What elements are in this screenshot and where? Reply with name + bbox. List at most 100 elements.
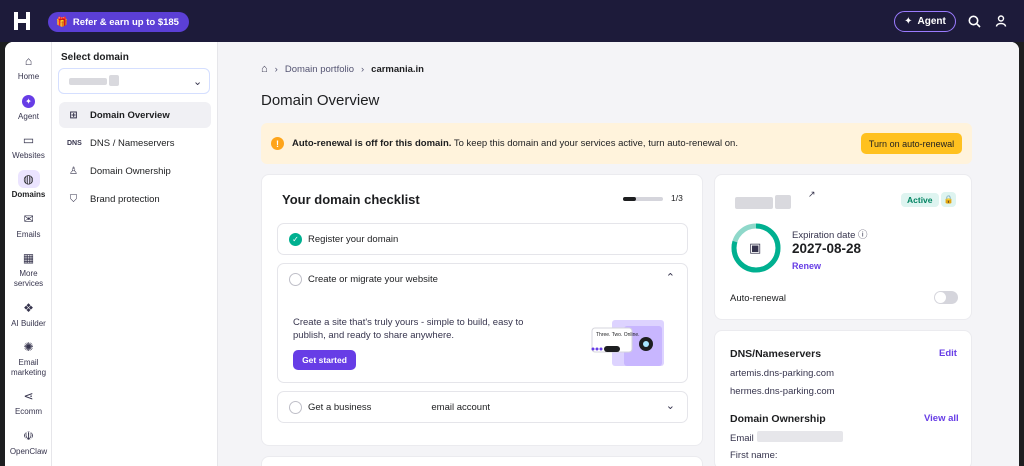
chevron-down-icon: ⌄ (665, 400, 675, 412)
breadcrumb: ⌂ › Domain portfolio › carmania.in (261, 63, 424, 75)
next-card (261, 456, 703, 466)
rail-item-more-services[interactable]: ▦ More services (5, 249, 52, 289)
subnav-item-dns-nameservers[interactable]: DNS DNS / Nameservers (59, 130, 211, 156)
subnav-item-domain-ownership[interactable]: ♙ Domain Ownership (59, 158, 211, 184)
checklist-progress-text: 1/3 (671, 193, 683, 203)
checklist-title: Your domain checklist (282, 192, 420, 207)
warning-icon: ! (271, 137, 284, 150)
get-started-button[interactable]: Get started (293, 350, 356, 370)
checklist-step-register-domain[interactable]: ✓ Register your domain (277, 223, 688, 255)
ai-builder-icon: ❖ (23, 301, 34, 315)
auto-renewal-label: Auto-renewal (730, 293, 786, 304)
rail-item-agent[interactable]: ✦ Agent (5, 92, 52, 122)
shield-icon: ⛉ (69, 193, 78, 205)
rail-item-openclaw[interactable]: ☫ OpenClaw (5, 427, 52, 457)
checklist-step-business-email[interactable]: Get a business email account ⌄ (277, 391, 688, 423)
account-icon[interactable] (993, 13, 1009, 29)
domain-select-dropdown[interactable]: ⌄ (58, 68, 210, 94)
rail-item-home[interactable]: ⌂ Home (5, 52, 52, 82)
status-badge: Active (901, 193, 939, 207)
step-description: Create a site that's truly yours - simpl… (293, 317, 524, 341)
grid-icon: ⊞ (69, 109, 78, 121)
rail-item-ecomm[interactable]: ⋖ Ecomm (5, 387, 52, 417)
rail-label: More services (13, 269, 44, 288)
subnav-item-label: DNS / Nameservers (90, 137, 175, 149)
dns-edit-link[interactable]: Edit (939, 348, 957, 359)
redacted-domain-name (775, 195, 791, 209)
checklist-step-create-website: Create or migrate your website ⌃ Create … (277, 263, 688, 383)
dns-icon: DNS (67, 139, 82, 147)
renew-link[interactable]: Renew (792, 261, 821, 271)
breadcrumb-current: carmania.in (371, 63, 424, 75)
agent-sparkle-icon: ✦ (904, 16, 913, 27)
domain-checklist-card: Your domain checklist 1/3 ✓ Register you… (261, 174, 703, 446)
main-content: ⌂ › Domain portfolio › carmania.in Domai… (218, 42, 1019, 466)
subnav-item-label: Domain Overview (90, 109, 170, 121)
rail-label: AI Builder (11, 319, 46, 328)
websites-icon: ▭ (22, 133, 35, 147)
step-title-start: Get a business (308, 402, 372, 413)
rail-item-websites[interactable]: ▭ Websites (5, 131, 52, 161)
breadcrumb-domain-portfolio[interactable]: Domain portfolio (285, 64, 354, 75)
refer-earn-button[interactable]: 🎁 Refer & earn up to $185 (48, 12, 189, 32)
rail-label: OpenClaw (9, 447, 48, 456)
rail-item-email-marketing[interactable]: ✺ Email marketing (5, 338, 52, 378)
subnav-item-label: Domain Ownership (90, 165, 171, 177)
step-title: Create or migrate your website (308, 274, 438, 285)
domain-status-card: ↗ Active 🔒 ▣ Expiration date ⓘ 2027-08-2… (714, 174, 972, 320)
subnav-item-domain-overview[interactable]: ⊞ Domain Overview (59, 102, 211, 128)
rail-item-domains[interactable]: ◍ Domains (5, 170, 52, 200)
breadcrumb-separator-icon: › (361, 63, 365, 75)
mail-icon: ✉ (23, 212, 34, 226)
info-icon[interactable]: ⓘ (858, 230, 868, 241)
redacted-domain-name (109, 75, 119, 86)
banner-message: Auto-renewal is off for this domain. To … (292, 138, 738, 149)
redacted-domain-name (735, 197, 773, 209)
external-link-icon[interactable]: ↗ (808, 189, 816, 200)
breadcrumb-separator-icon: › (274, 63, 278, 75)
rail-label: Emails (16, 230, 41, 239)
ownership-view-all-link[interactable]: View all (924, 413, 959, 424)
top-bar: 🎁 Refer & earn up to $185 ✦ Agent (0, 0, 1024, 42)
ownership-first-name-label: First name: (730, 450, 778, 461)
chevron-down-icon: ⌄ (193, 76, 203, 88)
rail-label: Websites (12, 151, 45, 160)
domain-subnav: Select domain ⌄ ⊞ Domain Overview DNS DN… (52, 42, 218, 466)
domain-ownership-title: Domain Ownership (730, 413, 826, 425)
dns-ownership-card: DNS/Nameservers Edit artemis.dns-parking… (714, 330, 972, 466)
step-title-end: email account (431, 402, 490, 413)
expiration-label: Expiration date ⓘ (792, 227, 868, 241)
page-title: Domain Overview (261, 92, 380, 109)
agent-button-label: Agent (917, 16, 946, 27)
auto-renewal-warning-banner: ! Auto-renewal is off for this domain. T… (261, 123, 972, 164)
gift-icon: 🎁 (56, 16, 68, 28)
rail-item-ai-builder[interactable]: ❖ AI Builder (5, 299, 52, 329)
step-pending-circle-icon (289, 273, 302, 286)
rail-label: Home (17, 72, 40, 81)
ownership-email-label: Email (730, 433, 754, 444)
hostinger-logo-icon[interactable] (12, 11, 32, 31)
home-icon: ⌂ (24, 54, 33, 68)
checklist-progress-bar (623, 197, 663, 201)
expiration-date: 2027-08-28 (792, 241, 862, 256)
select-domain-title: Select domain (61, 52, 129, 63)
openclaw-icon: ☫ (23, 429, 34, 443)
rail-item-emails[interactable]: ✉ Emails (5, 210, 52, 240)
person-icon: ♙ (69, 165, 78, 177)
search-icon[interactable] (966, 13, 982, 29)
chevron-up-icon[interactable]: ⌃ (666, 271, 675, 284)
redacted-email (757, 431, 843, 442)
turn-on-auto-renewal-button[interactable]: Turn on auto-renewal (861, 133, 962, 154)
store-icon: ▦ (22, 251, 35, 265)
rail-label: Email marketing (10, 358, 47, 377)
auto-renewal-toggle[interactable] (934, 291, 958, 304)
home-icon[interactable]: ⌂ (261, 63, 268, 75)
agent-button[interactable]: ✦ Agent (894, 11, 956, 32)
checklist-progress-fill (623, 197, 637, 201)
agent-icon: ✦ (18, 92, 40, 110)
subnav-item-brand-protection[interactable]: ⛉ Brand protection (59, 186, 211, 212)
calendar-icon: ▣ (749, 240, 762, 255)
step-title: Get a business email account (308, 402, 490, 413)
toggle-knob (935, 292, 946, 303)
dns-nameservers-title: DNS/Nameservers (730, 348, 822, 360)
